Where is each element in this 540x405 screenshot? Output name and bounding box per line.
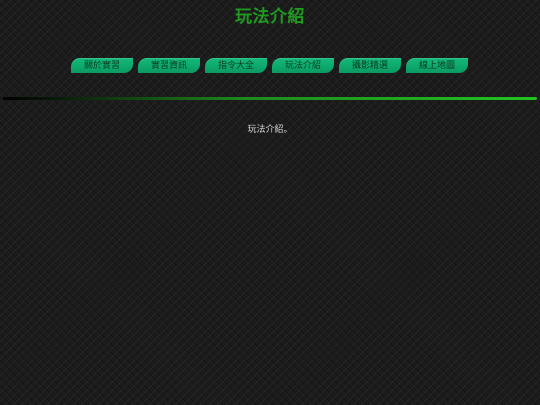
main-nav: 關於實習 實習資訊 指令大全 玩法介紹 攝影精選 線上地圖 [71,58,468,74]
nav-item-commands[interactable]: 指令大全 [205,58,267,73]
content-text: 玩法介紹。 [247,125,293,135]
header-divider [3,97,537,100]
nav-item-about[interactable]: 關於實習 [71,58,133,73]
nav-item-info[interactable]: 實習資訊 [138,58,200,73]
nav-item-photos[interactable]: 攝影精選 [339,58,401,73]
nav-item-gameplay[interactable]: 玩法介紹 [272,58,334,73]
nav-item-map[interactable]: 線上地圖 [406,58,468,73]
page-title: 玩法介紹 [235,7,305,27]
